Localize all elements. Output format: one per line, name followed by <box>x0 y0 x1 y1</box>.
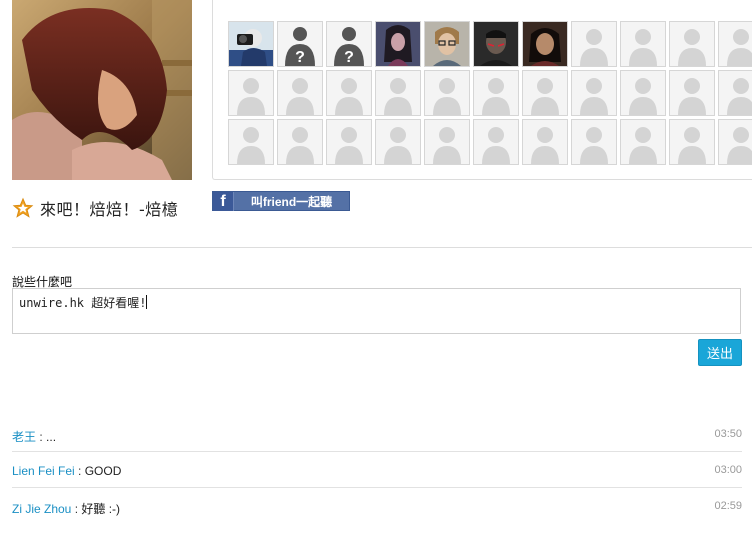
comment-item: Lien Fei Fei : GOOD 03:00 <box>12 464 742 500</box>
empty-slot-person-icon <box>620 70 666 116</box>
comment-input[interactable]: unwire.hk 超好看喔! <box>12 288 741 334</box>
facebook-share-button[interactable]: f 叫friend一起聽 <box>212 191 350 211</box>
comment-message: 好聽 :-) <box>81 502 121 516</box>
empty-slot-person-icon <box>473 70 519 116</box>
song-title-row: 來吧！焙焙！-焙檍 <box>12 194 178 222</box>
empty-slot-person-icon <box>326 119 372 165</box>
listener-avatar[interactable] <box>228 21 274 67</box>
empty-slot-person-icon <box>522 119 568 165</box>
facebook-logo-icon: f <box>213 191 234 211</box>
comment-message: ... <box>46 430 57 444</box>
empty-slot-person-icon <box>669 70 715 116</box>
empty-slot-person-icon <box>669 119 715 165</box>
empty-slot-person-icon <box>718 21 752 67</box>
comment-time: 03:50 <box>714 428 742 440</box>
comment-separator: : <box>36 430 47 444</box>
unknown-listener-icon[interactable]: ? <box>277 21 323 67</box>
song-title: 來吧！焙焙！-焙檍 <box>40 200 179 219</box>
listener-avatar[interactable] <box>473 21 519 67</box>
empty-slot-person-icon <box>424 119 470 165</box>
listener-avatar[interactable] <box>375 21 421 67</box>
comment-author-link[interactable]: Zi Jie Zhou <box>12 502 71 516</box>
comment-input-value: unwire.hk 超好看喔! <box>19 296 147 310</box>
listeners-panel: ?? <box>212 0 752 180</box>
comment-separator: : <box>71 502 82 516</box>
comment-author-link[interactable]: 老王 <box>12 430 36 444</box>
empty-slot-person-icon <box>571 70 617 116</box>
empty-slot-person-icon <box>326 70 372 116</box>
empty-slot-person-icon <box>669 21 715 67</box>
comment-divider <box>12 451 742 452</box>
comment-item: 老王 : ... 03:50 <box>12 428 742 464</box>
empty-slot-person-icon <box>228 119 274 165</box>
empty-slot-person-icon <box>277 70 323 116</box>
comment-time: 02:59 <box>714 500 742 512</box>
star-icon[interactable] <box>12 197 34 219</box>
listener-avatar[interactable] <box>424 21 470 67</box>
comment-author-link[interactable]: Lien Fei Fei <box>12 464 75 478</box>
comment-message: GOOD <box>84 464 122 478</box>
comment-divider <box>12 487 742 488</box>
empty-slot-person-icon <box>571 21 617 67</box>
empty-slot-person-icon <box>571 119 617 165</box>
empty-slot-person-icon <box>375 119 421 165</box>
empty-slot-person-icon <box>620 21 666 67</box>
listener-avatar[interactable] <box>522 21 568 67</box>
album-cover-photo <box>12 0 192 180</box>
facebook-share-label: 叫friend一起聽 <box>250 194 333 209</box>
empty-slot-person-icon <box>620 119 666 165</box>
empty-slot-person-icon <box>277 119 323 165</box>
empty-slot-person-icon <box>718 70 752 116</box>
empty-slot-person-icon <box>424 70 470 116</box>
comment-separator: : <box>74 464 85 478</box>
send-button[interactable]: 送出 <box>698 339 742 366</box>
svg-text:?: ? <box>344 49 354 66</box>
svg-text:?: ? <box>295 49 305 66</box>
empty-slot-person-icon <box>473 119 519 165</box>
empty-slot-person-icon <box>228 70 274 116</box>
text-caret <box>146 295 148 309</box>
comment-item: Zi Jie Zhou : 好聽 :-) 02:59 <box>12 500 742 536</box>
empty-slot-person-icon <box>718 119 752 165</box>
empty-slot-person-icon <box>375 70 421 116</box>
unknown-listener-icon[interactable]: ? <box>326 21 372 67</box>
section-divider <box>12 247 752 248</box>
empty-slot-person-icon <box>522 70 568 116</box>
comment-time: 03:00 <box>714 464 742 476</box>
